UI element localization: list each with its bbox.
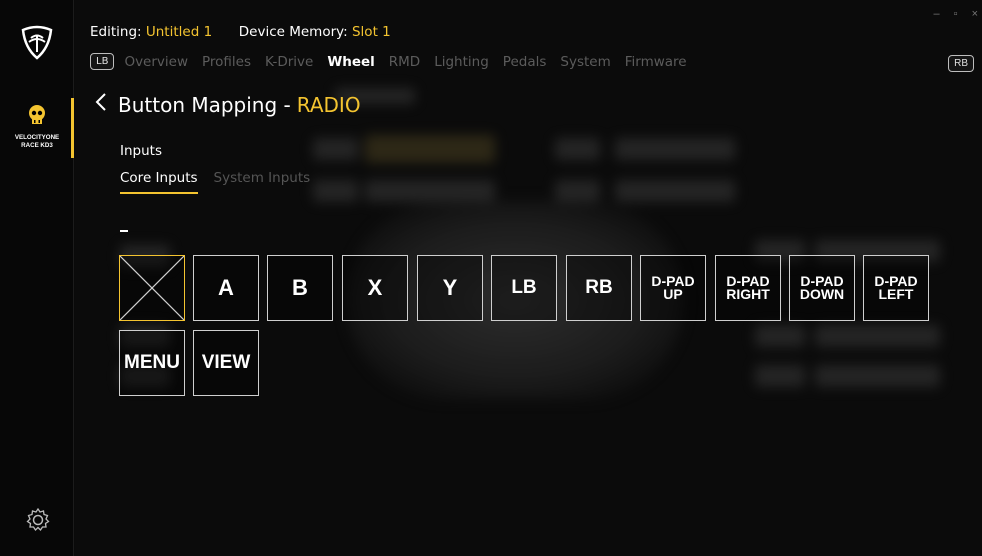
tab-pedals[interactable]: Pedals <box>503 54 547 70</box>
close-button[interactable]: × <box>972 8 978 20</box>
input-dpad-up-button[interactable]: D-PAD UP <box>640 255 706 321</box>
input-rb-label: RB <box>585 277 613 298</box>
gear-icon[interactable] <box>24 506 52 534</box>
input-a-button[interactable]: A <box>193 255 259 321</box>
input-dpad-up-label: D-PAD UP <box>651 273 695 302</box>
page-title-highlight: RADIO <box>296 92 361 117</box>
editing-status: Editing: Untitled 1 Device Memory: Slot … <box>90 24 391 40</box>
tab-wheel[interactable]: Wheel <box>327 54 374 70</box>
tab-system[interactable]: System <box>560 54 610 70</box>
input-dpad-right-button[interactable]: D-PAD RIGHT <box>715 255 781 321</box>
subtab-core-inputs[interactable]: Core Inputs <box>120 170 198 194</box>
tab-firmware[interactable]: Firmware <box>625 54 687 70</box>
input-rb-button[interactable]: RB <box>566 255 632 321</box>
editing-value: Untitled 1 <box>145 24 213 40</box>
input-lb-label: LB <box>511 277 537 298</box>
window-controls: – ▫ × <box>934 8 982 20</box>
tab-rmd[interactable]: RMD <box>389 54 420 70</box>
input-subtabs: Core Inputs System Inputs <box>120 170 326 194</box>
input-x-label: X <box>367 275 383 300</box>
device-label-line2: RACE KD3 <box>21 142 53 149</box>
input-menu-label: MENU <box>124 352 180 373</box>
input-b-button[interactable]: B <box>267 255 333 321</box>
input-view-label: VIEW <box>201 352 251 373</box>
input-a-label: A <box>218 275 234 300</box>
input-dpad-left-label: D-PAD LEFT <box>874 273 918 302</box>
device-label-line1: VELOCITYONE <box>14 134 60 141</box>
memory-value[interactable]: Slot 1 <box>352 24 391 40</box>
input-dpad-down-button[interactable]: D-PAD DOWN <box>789 255 855 321</box>
tab-overview[interactable]: Overview <box>124 54 188 70</box>
device-selector[interactable]: VELOCITYONE RACE KD3 <box>0 98 74 158</box>
input-menu-button[interactable]: MENU <box>119 330 185 396</box>
input-y-label: Y <box>442 275 458 300</box>
tab-lighting[interactable]: Lighting <box>434 54 489 70</box>
input-dpad-down-label: D-PAD DOWN <box>799 273 845 302</box>
minimize-button[interactable]: – <box>934 8 940 20</box>
page-title: Button Mapping - RADIO <box>94 92 361 117</box>
inputs-heading: Inputs <box>120 143 162 159</box>
input-dpad-right-label: D-PAD RIGHT <box>726 273 770 302</box>
input-b-label: B <box>292 275 308 300</box>
page-title-text: Button Mapping - <box>118 92 291 117</box>
restore-button[interactable]: ▫ <box>954 8 958 20</box>
lb-bumper-hint[interactable]: LB <box>90 53 115 70</box>
input-lb-button[interactable]: LB <box>491 255 557 321</box>
editing-key: Editing: <box>90 24 142 40</box>
input-clear-button[interactable] <box>119 255 185 321</box>
memory-key: Device Memory: <box>238 24 348 40</box>
input-view-button[interactable]: VIEW <box>193 330 259 396</box>
tab-profiles[interactable]: Profiles <box>202 54 251 70</box>
input-x-button[interactable]: X <box>342 255 408 321</box>
input-y-button[interactable]: Y <box>417 255 483 321</box>
input-dpad-left-button[interactable]: D-PAD LEFT <box>863 255 929 321</box>
turtle-beach-logo-icon[interactable] <box>17 22 57 62</box>
main-tabs: LB Overview Profiles K-Drive Wheel RMD L… <box>90 53 701 70</box>
current-mapping-value <box>120 230 128 232</box>
device-label: VELOCITYONE RACE KD3 <box>0 134 74 150</box>
subtab-system-inputs[interactable]: System Inputs <box>214 170 311 194</box>
rb-bumper-hint[interactable]: RB <box>948 55 974 72</box>
clear-x-icon <box>120 256 184 320</box>
chevron-left-icon[interactable] <box>94 92 108 117</box>
left-rail: VELOCITYONE RACE KD3 <box>0 0 74 556</box>
skull-device-icon <box>29 105 45 124</box>
tab-k-drive[interactable]: K-Drive <box>265 54 313 70</box>
